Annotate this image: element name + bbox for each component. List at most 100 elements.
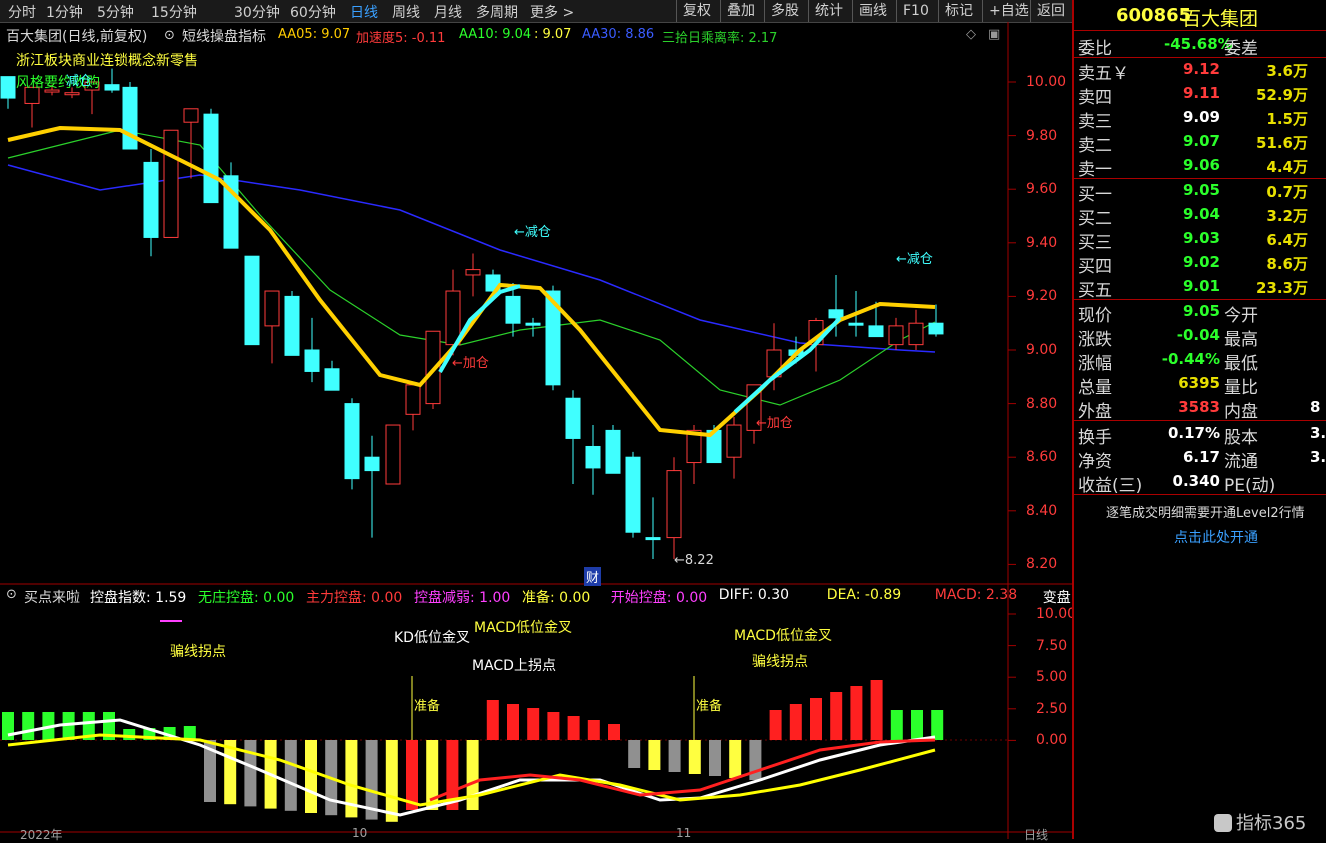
book-row[interactable]: 买一 9.05 0.7万 bbox=[1074, 178, 1326, 205]
price-axis-label: 9.00 bbox=[1026, 342, 1058, 358]
book-price: 9.06 bbox=[1182, 156, 1220, 174]
stat-value-2: 8 bbox=[1310, 398, 1321, 416]
stat-label: 收益(三) bbox=[1078, 476, 1143, 496]
overlay-button[interactable]: 叠加 bbox=[720, 0, 761, 22]
accel-label: 加速度5: -0.11 bbox=[356, 31, 446, 46]
macd-bar bbox=[385, 740, 398, 822]
open-level2-link[interactable]: 点击此处开通 bbox=[1174, 527, 1258, 547]
date-mark-oct: 10 bbox=[352, 826, 368, 840]
f10-button[interactable]: F10 bbox=[896, 0, 935, 22]
ma5-label: AA05: 9.07 bbox=[278, 27, 351, 42]
signal-lie-1: 骗线拐点 bbox=[170, 644, 226, 660]
multi-stock-button[interactable]: 多股 bbox=[764, 0, 805, 22]
candle bbox=[264, 290, 280, 364]
book-row[interactable]: 卖四 9.11 52.9万 bbox=[1074, 81, 1326, 108]
macd-bar bbox=[688, 740, 701, 774]
book-row[interactable]: 买三 9.03 6.4万 bbox=[1074, 226, 1326, 253]
book-row[interactable]: 卖三 9.09 1.5万 bbox=[1074, 105, 1326, 132]
reduce-annotation-2: ←减仓 bbox=[896, 252, 933, 267]
book-row[interactable]: 卖二 9.07 51.6万 bbox=[1074, 129, 1326, 156]
signal-lie-2: 骗线拐点 bbox=[752, 654, 808, 670]
indicator-name[interactable]: 短线操盘指标 bbox=[182, 26, 266, 46]
macd-bar bbox=[729, 740, 742, 778]
candle bbox=[163, 129, 179, 238]
signal-kd-cross: KD低位金叉 bbox=[394, 630, 470, 646]
sub-label: DIFF: 0.30 bbox=[718, 587, 790, 603]
sub-indicator-name[interactable]: 买点来啦 bbox=[24, 587, 80, 607]
book-row[interactable]: 买二 9.04 3.2万 bbox=[1074, 202, 1326, 229]
period-tab-multi[interactable]: 多周期 bbox=[476, 2, 518, 22]
macd-bar bbox=[547, 712, 560, 740]
period-tab-15min[interactable]: 15分钟 bbox=[151, 2, 197, 22]
price-axis-label: 10.00 bbox=[1026, 74, 1067, 90]
book-row[interactable]: 卖一 9.06 4.4万 bbox=[1074, 153, 1326, 180]
ma10-label: AA10: 9.04 bbox=[459, 27, 532, 42]
signal-macd-cross-2: MACD低位金叉 bbox=[734, 628, 832, 644]
sub-indicator-settings-icon[interactable]: ⊙ bbox=[6, 587, 17, 602]
stat-label-2: PE(动) bbox=[1224, 476, 1276, 496]
candle bbox=[284, 291, 300, 356]
stat-value: 0.17% bbox=[1167, 424, 1220, 442]
book-row[interactable]: 卖五￥ 9.12 3.6万 bbox=[1074, 57, 1326, 84]
book-volume: 3.6万 bbox=[1266, 62, 1308, 80]
period-tab-fenshi[interactable]: 分时 bbox=[8, 2, 36, 22]
sub-axis-label: 10.00 bbox=[1036, 606, 1077, 622]
sub-label: 开始控盘: 0.00 bbox=[610, 590, 708, 606]
indicator-settings-icon[interactable]: ⊙ bbox=[164, 28, 175, 43]
candle bbox=[585, 425, 601, 495]
candle bbox=[605, 425, 621, 474]
stock-code: 600865 bbox=[1116, 5, 1192, 26]
candle bbox=[0, 76, 16, 109]
stat-row: 收益(三) 0.340 PE(动) bbox=[1074, 469, 1326, 496]
fuquan-button[interactable]: 复权 bbox=[676, 0, 717, 22]
macd-bar bbox=[789, 704, 802, 740]
macd-bar bbox=[709, 740, 721, 776]
book-price: 9.12 bbox=[1182, 60, 1220, 78]
sub-axis-label: 7.50 bbox=[1036, 637, 1068, 654]
period-tab-1min[interactable]: 1分钟 bbox=[46, 2, 83, 22]
candle bbox=[645, 497, 661, 560]
add-annotation-1: ←加仓 bbox=[452, 356, 489, 371]
collapse-icon[interactable]: ◇ bbox=[966, 27, 976, 42]
kline-chart[interactable] bbox=[0, 22, 1072, 839]
stats-button[interactable]: 统计 bbox=[808, 0, 849, 22]
macd-bar bbox=[850, 686, 863, 740]
period-tab-weekly[interactable]: 周线 bbox=[392, 2, 420, 22]
macd-bar bbox=[406, 740, 418, 810]
level2-notice: 逐笔成交明细需要开通Level2行情 bbox=[1106, 506, 1305, 521]
mark-button[interactable]: 标记 bbox=[938, 0, 979, 22]
stat-row: 外盘 3583 内盘 8 bbox=[1074, 395, 1326, 422]
price-axis-label: 9.40 bbox=[1026, 234, 1058, 251]
book-volume: 3.2万 bbox=[1266, 207, 1308, 225]
signal-macd-up: MACD上拐点 bbox=[472, 658, 556, 674]
macd-bar bbox=[931, 710, 944, 740]
maximize-icon[interactable]: ▣ bbox=[988, 27, 1000, 42]
stat-value-2: 3. bbox=[1310, 424, 1326, 442]
date-mark-nov: 11 bbox=[676, 826, 692, 840]
book-row[interactable]: 买五 9.01 23.3万 bbox=[1074, 274, 1326, 301]
back-button[interactable]: 返回 bbox=[1030, 0, 1071, 22]
book-price: 9.01 bbox=[1182, 277, 1220, 295]
period-tab-30min[interactable]: 30分钟 bbox=[234, 2, 280, 22]
add-watchlist-button[interactable]: +自选 bbox=[982, 0, 1035, 22]
period-tab-daily[interactable]: 日线 bbox=[350, 2, 378, 22]
price-axis-label: 9.20 bbox=[1026, 288, 1058, 305]
book-row[interactable]: 买四 9.02 8.6万 bbox=[1074, 250, 1326, 277]
period-tab-5min[interactable]: 5分钟 bbox=[97, 2, 134, 22]
book-price: 9.04 bbox=[1182, 205, 1220, 223]
candle bbox=[344, 398, 360, 490]
macd-bar bbox=[2, 712, 14, 740]
candle bbox=[143, 149, 159, 257]
period-tab-60min[interactable]: 60分钟 bbox=[290, 2, 336, 22]
signal-macd-cross-1: MACD低位金叉 bbox=[474, 620, 572, 636]
candle bbox=[666, 457, 682, 560]
book-volume: 1.5万 bbox=[1266, 110, 1308, 128]
candle bbox=[385, 424, 401, 485]
draw-line-button[interactable]: 画线 bbox=[852, 0, 893, 22]
book-volume: 8.6万 bbox=[1266, 255, 1308, 273]
macd-bar bbox=[668, 740, 681, 772]
stat-value: 6395 bbox=[1178, 374, 1220, 392]
finance-report-tag[interactable]: 财 bbox=[584, 567, 602, 586]
period-tab-more[interactable]: 更多 > bbox=[530, 2, 574, 22]
period-tab-monthly[interactable]: 月线 bbox=[434, 2, 462, 22]
